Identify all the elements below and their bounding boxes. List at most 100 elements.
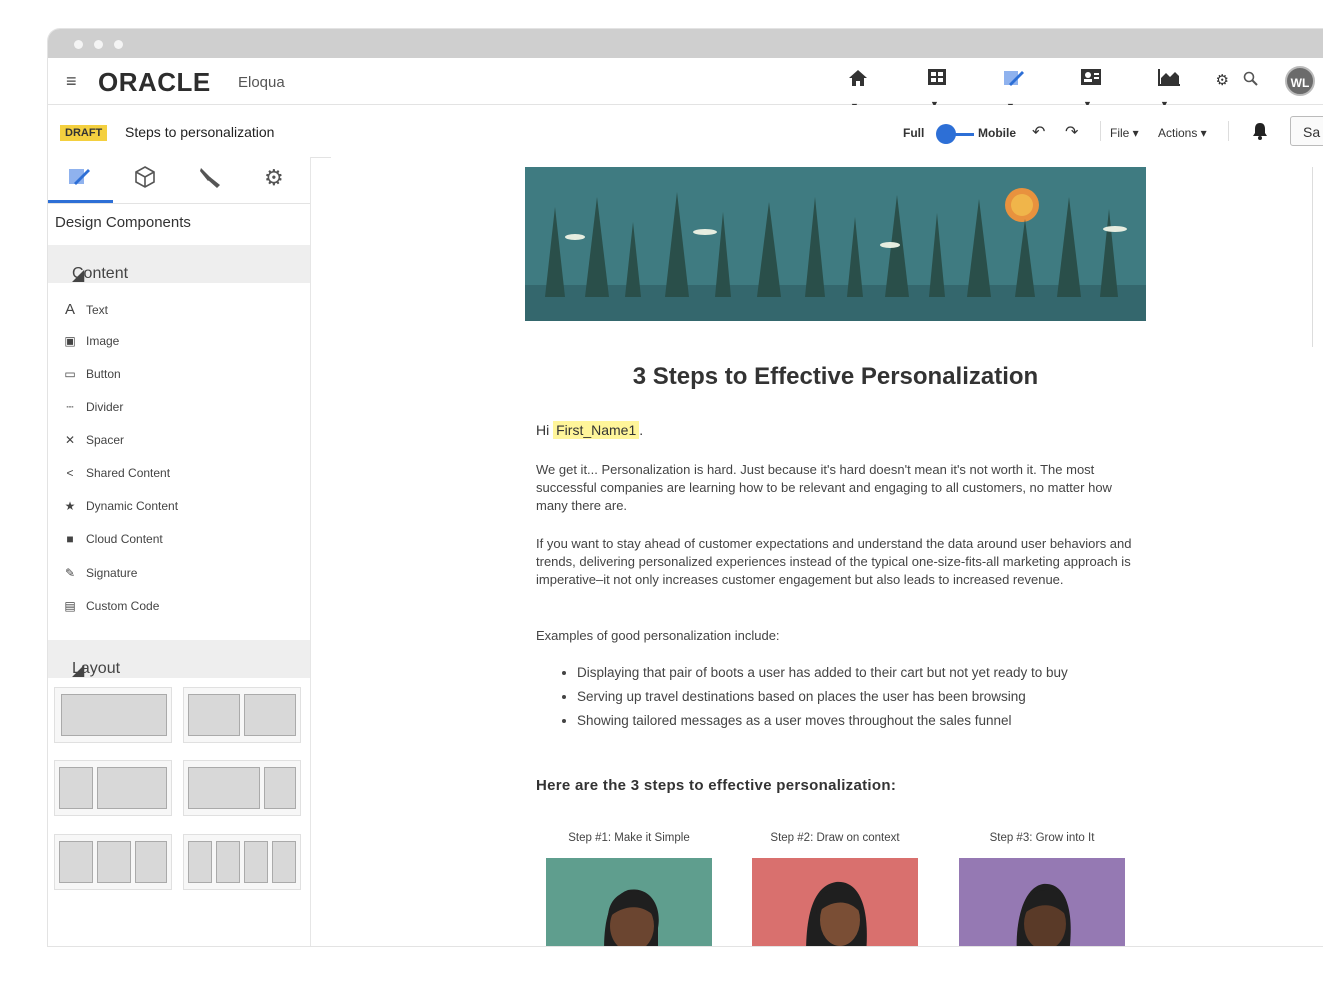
text-icon: A xyxy=(64,301,75,318)
component-image[interactable]: ▣ Image xyxy=(62,334,119,348)
share-icon: < xyxy=(66,466,74,480)
oracle-logo: ORACLE xyxy=(98,67,211,97)
email-title[interactable]: 3 Steps to Effective Personalization xyxy=(525,363,1146,391)
window-dot xyxy=(114,40,123,49)
layout-block xyxy=(188,841,212,883)
component-cloud-content[interactable]: ■ Cloud Content xyxy=(62,532,163,546)
layout-block xyxy=(244,694,296,736)
sidebar-tabs: ⚙ xyxy=(48,157,310,204)
layout-two-columns[interactable] xyxy=(183,687,301,743)
search-icon[interactable] xyxy=(1243,70,1259,93)
list-item: Displaying that pair of boots a user has… xyxy=(577,661,1068,685)
steps-heading[interactable]: Here are the 3 steps to effective person… xyxy=(536,777,896,794)
layout-block xyxy=(59,767,93,809)
undo-icon[interactable]: ↶ xyxy=(1032,122,1045,142)
design-sidebar: ⚙ Design Components ◢ Content A Text ▣ Ima… xyxy=(48,157,311,946)
window-dot xyxy=(94,40,103,49)
tab-settings-gear-icon[interactable]: ⚙ xyxy=(264,165,284,191)
component-label: Button xyxy=(86,367,121,381)
examples-intro[interactable]: Examples of good personalization include… xyxy=(536,627,1136,645)
content-section-title: Content xyxy=(72,265,129,282)
button-icon: ▭ xyxy=(64,367,76,381)
hamburger-menu-icon[interactable]: ≡ xyxy=(66,71,77,92)
cloud-content-icon: ■ xyxy=(66,532,74,546)
divider-icon: ┄ xyxy=(66,400,74,414)
intro-paragraph[interactable]: We get it... Personalization is hard. Ju… xyxy=(536,461,1136,515)
view-toggle[interactable] xyxy=(934,124,976,144)
first-name-field-token[interactable]: First_Name1 xyxy=(553,421,640,439)
layout-block xyxy=(135,841,167,883)
forest-banner-image[interactable] xyxy=(525,167,1146,321)
layout-one-column[interactable] xyxy=(54,687,172,743)
greeting-line[interactable]: Hi First_Name1. xyxy=(536,421,643,439)
component-label: Text xyxy=(86,303,109,317)
step-2-portrait-image[interactable] xyxy=(752,858,918,946)
layout-three-columns[interactable] xyxy=(54,834,172,890)
component-label: Image xyxy=(86,334,120,348)
file-menu[interactable]: File ▾ xyxy=(1110,126,1139,140)
notification-bell-icon[interactable] xyxy=(1252,122,1268,143)
layout-block xyxy=(244,841,268,883)
layout-block xyxy=(188,767,260,809)
save-button[interactable]: Sa xyxy=(1290,116,1323,146)
view-mobile-label[interactable]: Mobile xyxy=(978,126,1016,140)
layout-narrow-wide[interactable] xyxy=(54,760,172,816)
settings-gear-icon[interactable]: ⚙ xyxy=(1216,71,1229,89)
layout-block xyxy=(59,841,93,883)
pen-icon: ✎ xyxy=(64,566,76,580)
canvas-scrollbar[interactable] xyxy=(1312,167,1323,347)
layout-four-columns[interactable] xyxy=(183,834,301,890)
component-label: Spacer xyxy=(86,433,125,447)
toolbar-divider xyxy=(1228,121,1229,141)
body-paragraph[interactable]: If you want to stay ahead of customer ex… xyxy=(536,535,1136,589)
component-text[interactable]: A Text xyxy=(62,301,108,318)
step-3-portrait-image[interactable] xyxy=(959,858,1125,946)
component-divider[interactable]: ┄ Divider xyxy=(62,400,123,414)
code-icon: ▤ xyxy=(64,599,76,613)
redo-icon[interactable]: ↷ xyxy=(1065,122,1078,142)
image-icon: ▣ xyxy=(64,334,76,348)
sidebar-heading: Design Components xyxy=(55,214,191,231)
email-canvas: 3 Steps to Effective Personalization Hi … xyxy=(331,157,1323,946)
layout-section-title: Layout xyxy=(72,660,121,677)
step-label[interactable]: Step #3: Grow into It xyxy=(959,832,1125,844)
tab-components-cube-icon[interactable] xyxy=(133,165,157,195)
tab-style-brush-icon[interactable] xyxy=(198,165,224,195)
editor-toolbar: DRAFT Steps to personalization Full Mobi… xyxy=(48,105,1323,158)
spacer-icon: ✕ xyxy=(64,433,76,447)
component-dynamic-content[interactable]: ★ Dynamic Content xyxy=(62,499,178,513)
layout-section-header[interactable]: ◢ Layout xyxy=(48,640,310,679)
toggle-track xyxy=(952,133,974,136)
component-spacer[interactable]: ✕ Spacer xyxy=(62,433,124,447)
top-navigation-bar: ≡ ORACLE Eloqua ▼ ▼ ▼ ▼ ▼ ⚙ WL xyxy=(48,58,1323,111)
active-tab-underline xyxy=(48,200,113,203)
component-label: Dynamic Content xyxy=(86,499,179,513)
component-label: Divider xyxy=(86,400,124,414)
layout-block xyxy=(264,767,296,809)
layout-wide-narrow[interactable] xyxy=(183,760,301,816)
component-signature[interactable]: ✎ Signature xyxy=(62,566,137,580)
component-custom-code[interactable]: ▤ Custom Code xyxy=(62,599,159,613)
component-label: Cloud Content xyxy=(86,532,163,546)
window-dot xyxy=(74,40,83,49)
component-shared-content[interactable]: < Shared Content xyxy=(62,466,170,480)
view-full-label[interactable]: Full xyxy=(903,126,924,140)
user-avatar[interactable]: WL xyxy=(1285,66,1315,96)
greeting-text: Hi xyxy=(536,422,550,438)
layout-block xyxy=(61,694,167,736)
examples-list[interactable]: Displaying that pair of boots a user has… xyxy=(565,661,1068,733)
layout-block xyxy=(216,841,240,883)
step-1-portrait-image[interactable] xyxy=(546,858,712,946)
app-window: ≡ ORACLE Eloqua ▼ ▼ ▼ ▼ ▼ ⚙ WL xyxy=(48,29,1323,946)
tab-design-icon[interactable] xyxy=(68,165,92,193)
step-label[interactable]: Step #1: Make it Simple xyxy=(546,832,712,844)
document-title[interactable]: Steps to personalization xyxy=(125,124,274,140)
component-button[interactable]: ▭ Button xyxy=(62,367,121,381)
actions-menu[interactable]: Actions ▾ xyxy=(1158,126,1207,140)
content-section-header[interactable]: ◢ Content xyxy=(48,245,310,284)
step-label[interactable]: Step #2: Draw on context xyxy=(752,832,918,844)
component-label: Custom Code xyxy=(86,599,160,613)
list-item: Serving up travel destinations based on … xyxy=(577,685,1068,709)
component-label: Shared Content xyxy=(86,466,171,480)
email-body[interactable]: 3 Steps to Effective Personalization Hi … xyxy=(525,167,1146,946)
